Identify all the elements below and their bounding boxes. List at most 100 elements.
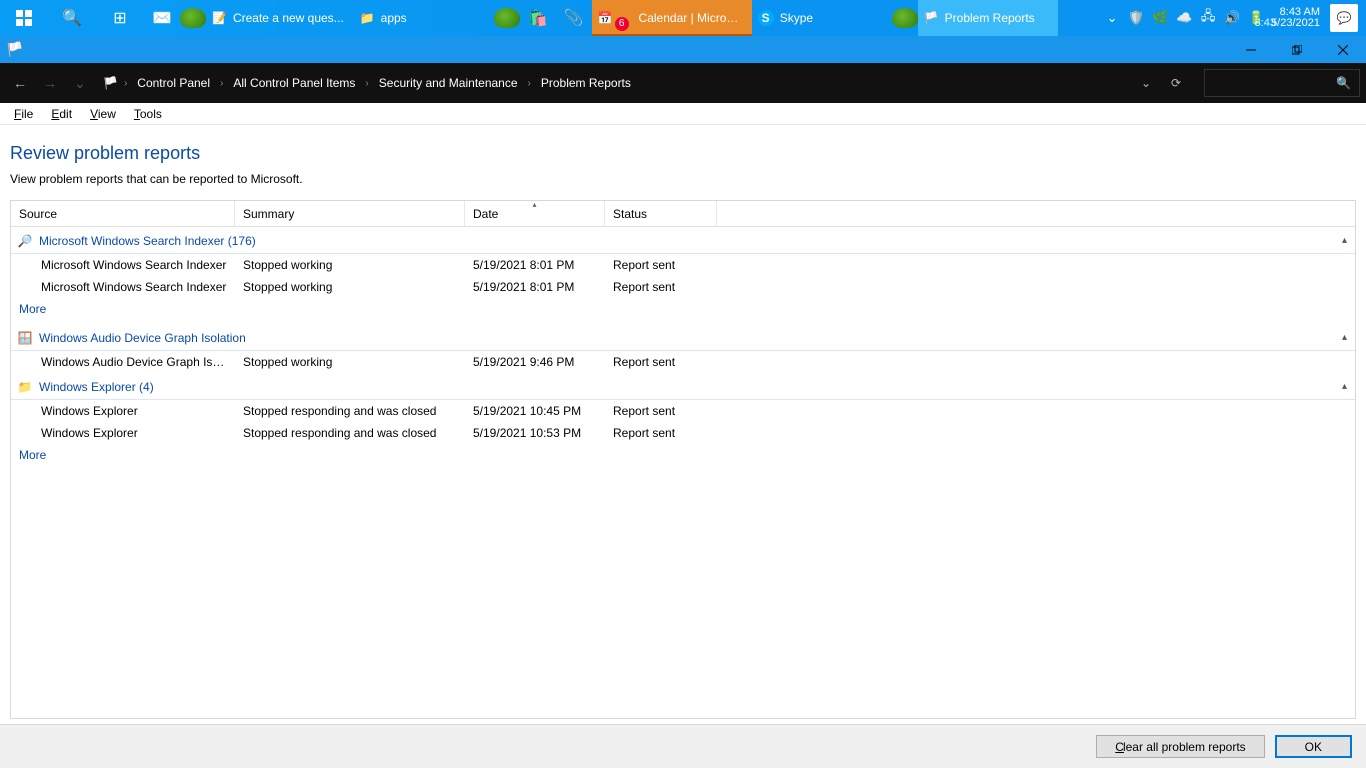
- menu-file[interactable]: File: [6, 105, 41, 123]
- column-status[interactable]: Status: [605, 201, 717, 226]
- decor-icon: [180, 8, 206, 28]
- onedrive-icon[interactable]: ☁️: [1175, 9, 1193, 27]
- decor-icon: [494, 8, 520, 28]
- cell-summary: Stopped responding and was closed: [235, 402, 465, 420]
- table-row[interactable]: Windows Explorer Stopped responding and …: [11, 422, 1355, 444]
- task-problem-reports[interactable]: 🏳️Problem Reports: [918, 0, 1058, 36]
- task-calendar[interactable]: 📅6Calendar | Micros...: [592, 0, 752, 36]
- table-row[interactable]: Windows Audio Device Graph Isol... Stopp…: [11, 351, 1355, 373]
- search-service-icon: 🔎: [17, 233, 33, 249]
- search-icon: 🔍: [1336, 76, 1351, 90]
- menu-tools[interactable]: Tools: [126, 105, 170, 123]
- task-create-question[interactable]: 📝Create a new ques...: [206, 0, 354, 36]
- cell-summary: Stopped working: [235, 353, 465, 371]
- group-header-audio[interactable]: 🪟 Windows Audio Device Graph Isolation ▴: [11, 324, 1355, 351]
- bottom-bar: Clear all problem reports OK: [0, 724, 1366, 768]
- clear-all-button[interactable]: Clear all problem reports: [1096, 735, 1264, 758]
- forward-button[interactable]: →: [36, 69, 64, 97]
- cell-date: 5/19/2021 8:01 PM: [465, 256, 605, 274]
- flag-icon: 🏳️: [6, 41, 23, 58]
- recent-dropdown-icon[interactable]: ⌄: [66, 69, 94, 97]
- table-row[interactable]: Microsoft Windows Search Indexer Stopped…: [11, 276, 1355, 298]
- more-link[interactable]: More: [11, 298, 1355, 324]
- collapse-up-icon[interactable]: ▴: [1342, 381, 1347, 392]
- chevron-right-icon[interactable]: ›: [363, 78, 370, 89]
- address-dropdown-icon[interactable]: ⌄: [1133, 70, 1159, 96]
- crumb-control-panel[interactable]: Control Panel: [133, 76, 214, 90]
- task-skype[interactable]: SSkype: [752, 0, 892, 36]
- breadcrumb[interactable]: 🏳️ › Control Panel › All Control Panel I…: [96, 69, 1196, 97]
- task-view-icon[interactable]: ⊞: [96, 0, 144, 36]
- collapse-up-icon[interactable]: ▴: [1342, 235, 1347, 246]
- pinned-store-icon[interactable]: 🛍️: [520, 0, 556, 36]
- minimize-button[interactable]: [1228, 36, 1274, 63]
- crumb-problem-reports[interactable]: Problem Reports: [537, 76, 635, 90]
- menu-view[interactable]: View: [82, 105, 124, 123]
- taskbar: 🔍 ⊞ ✉️ 📝Create a new ques... 📁apps 🛍️ 📎 …: [0, 0, 1366, 36]
- security-icon[interactable]: 🛡️: [1127, 9, 1145, 27]
- group-title: Windows Audio Device Graph Isolation: [39, 331, 246, 345]
- refresh-icon[interactable]: ⟳: [1163, 70, 1189, 96]
- btn-label: lear all problem reports: [1123, 740, 1246, 754]
- network-icon[interactable]: 🖧: [1199, 9, 1217, 27]
- column-source[interactable]: Source: [11, 201, 235, 226]
- group-title: Microsoft Windows Search Indexer (176): [39, 234, 256, 248]
- clock[interactable]: 8:43 AM 8:43 5/23/2021: [1271, 7, 1320, 29]
- close-button[interactable]: [1320, 36, 1366, 63]
- pinned-mail-icon[interactable]: ✉️: [144, 0, 180, 36]
- cell-summary: Stopped responding and was closed: [235, 424, 465, 442]
- chevron-right-icon[interactable]: ›: [526, 78, 533, 89]
- search-input[interactable]: 🔍: [1204, 69, 1360, 97]
- search-icon[interactable]: 🔍: [48, 0, 96, 36]
- clock-date: 5/23/2021: [1271, 17, 1320, 29]
- more-link[interactable]: More: [11, 444, 1355, 470]
- cell-status: Report sent: [605, 353, 717, 371]
- collapse-up-icon[interactable]: ▴: [1342, 332, 1347, 343]
- start-button[interactable]: [0, 0, 48, 36]
- folder-icon: 📁: [17, 379, 33, 395]
- decor-icon: [892, 8, 918, 28]
- column-spacer: [717, 201, 1355, 226]
- chevron-right-icon[interactable]: ›: [218, 78, 225, 89]
- group-header-explorer[interactable]: 📁 Windows Explorer (4) ▴: [11, 373, 1355, 400]
- app-icon: 🪟: [17, 330, 33, 346]
- crumb-all-items[interactable]: All Control Panel Items: [229, 76, 359, 90]
- table-row[interactable]: Windows Explorer Stopped responding and …: [11, 400, 1355, 422]
- leaf-icon[interactable]: 🌿: [1151, 9, 1169, 27]
- page-title: Review problem reports: [10, 143, 1356, 164]
- cell-source: Microsoft Windows Search Indexer: [11, 256, 235, 274]
- cell-status: Report sent: [605, 256, 717, 274]
- pinned-office-icon[interactable]: 📎: [556, 0, 592, 36]
- cell-date: 5/19/2021 9:46 PM: [465, 353, 605, 371]
- cell-summary: Stopped working: [235, 256, 465, 274]
- address-bar: ← → ⌄ 🏳️ › Control Panel › All Control P…: [0, 63, 1366, 103]
- menu-edit[interactable]: Edit: [43, 105, 80, 123]
- column-date[interactable]: Date▴: [465, 201, 605, 226]
- cell-summary: Stopped working: [235, 278, 465, 296]
- cell-source: Microsoft Windows Search Indexer: [11, 278, 235, 296]
- cell-date: 5/19/2021 8:01 PM: [465, 278, 605, 296]
- table-row[interactable]: Microsoft Windows Search Indexer Stopped…: [11, 254, 1355, 276]
- cell-status: Report sent: [605, 278, 717, 296]
- list-header: Source Summary Date▴ Status: [11, 201, 1355, 227]
- chevron-right-icon[interactable]: ›: [122, 78, 129, 89]
- clock-time-overlay: 8:43: [1255, 18, 1276, 29]
- group-header-search-indexer[interactable]: 🔎 Microsoft Windows Search Indexer (176)…: [11, 227, 1355, 254]
- sort-asc-icon: ▴: [532, 200, 536, 209]
- cell-date: 5/19/2021 10:45 PM: [465, 402, 605, 420]
- tray-chevron-icon[interactable]: ⌄: [1103, 9, 1121, 27]
- cell-source: Windows Explorer: [11, 402, 235, 420]
- content-area: Review problem reports View problem repo…: [0, 125, 1366, 724]
- ok-button[interactable]: OK: [1275, 735, 1352, 758]
- back-button[interactable]: ←: [6, 69, 34, 97]
- volume-icon[interactable]: 🔊: [1223, 9, 1241, 27]
- crumb-security[interactable]: Security and Maintenance: [375, 76, 522, 90]
- maximize-button[interactable]: [1274, 36, 1320, 63]
- column-summary[interactable]: Summary: [235, 201, 465, 226]
- cell-status: Report sent: [605, 424, 717, 442]
- task-apps[interactable]: 📁apps: [354, 0, 494, 36]
- flag-icon: 🏳️: [103, 76, 118, 90]
- cell-source: Windows Audio Device Graph Isol...: [11, 353, 235, 371]
- menu-bar: File Edit View Tools: [0, 103, 1366, 125]
- action-center-icon[interactable]: 💬: [1330, 4, 1358, 32]
